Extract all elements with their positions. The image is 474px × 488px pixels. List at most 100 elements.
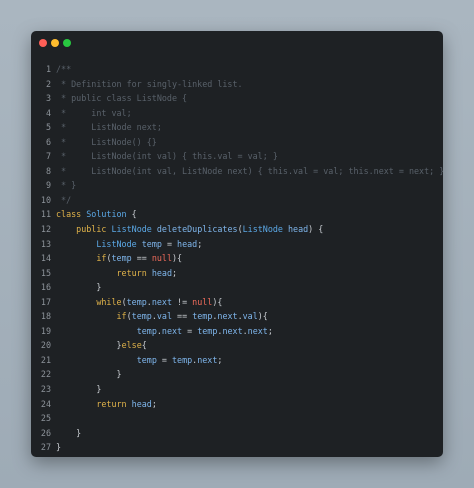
code-token: = [182,325,198,336]
line-source: class Solution { [51,207,137,222]
code-line: 25 [31,411,443,426]
line-source: /** [51,62,71,77]
code-line: 7 * ListNode(int val) { this.val = val; … [31,149,443,164]
line-number: 5 [45,122,51,133]
code-token: * Definition for singly-linked list. [56,78,243,89]
code-token: == [172,311,193,322]
line-number: 19 [40,325,51,336]
line-number: 22 [40,369,51,380]
code-token: while [96,296,122,307]
line-source: * int val; [51,106,132,121]
line-number: 8 [45,165,51,176]
code-token: null [151,253,172,264]
code-token: { [126,209,137,220]
code-token: temp [172,354,193,365]
code-token: */ [56,194,72,205]
code-token: * ListNode() {} [56,136,157,147]
line-source: * } [51,178,76,193]
code-token: ; [172,267,178,278]
code-token: ; [197,238,203,249]
code-line: 22 } [31,367,443,382]
code-line: 21 temp = temp.next; [31,353,443,368]
code-token: } [56,427,82,438]
code-token: ){ [212,296,223,307]
code-token: temp [136,325,157,336]
window-titlebar [31,31,443,55]
line-number: 9 [45,180,51,191]
code-token: ; [217,354,223,365]
code-token: head [131,398,152,409]
code-token: temp [131,311,152,322]
line-source: while(temp.next != null){ [51,295,222,310]
code-token: next [222,325,243,336]
code-token: next [247,325,268,336]
code-token: val [242,311,258,322]
code-token: * } [56,180,77,191]
code-token: * int val; [56,107,132,118]
code-token: * ListNode(int val, ListNode next) { thi… [56,165,443,176]
line-source: return head; [51,397,157,412]
line-number: 11 [40,209,51,220]
code-token: ListNode [242,224,283,235]
code-token: null [192,296,213,307]
code-token: next [217,311,238,322]
code-line: 13 ListNode temp = head; [31,237,443,252]
code-line: 19 temp.next = temp.next.next; [31,324,443,339]
line-number: 16 [40,282,51,293]
line-source: if(temp == null){ [51,251,182,266]
code-token: head [177,238,198,249]
line-number: 12 [40,224,51,235]
line-number: 3 [45,93,51,104]
code-token: { [141,340,147,351]
code-token: if [96,253,107,264]
code-line: 10 */ [31,193,443,208]
code-line: 20 }else{ [31,338,443,353]
code-token: * ListNode next; [56,122,162,133]
code-token: next [197,354,218,365]
line-source: * Definition for singly-linked list. [51,77,243,92]
code-token: ListNode [96,238,137,249]
code-token: ; [151,398,157,409]
code-token: temp [197,325,218,336]
line-number: 25 [40,413,51,424]
line-number: 1 [45,64,51,74]
code-token: next [161,325,183,336]
close-window-button[interactable] [39,39,47,47]
line-number: 2 [45,78,51,89]
line-source: * ListNode(int val, ListNode next) { thi… [51,164,443,179]
code-line: 16 } [31,280,443,295]
line-source: * ListNode() {} [51,135,157,150]
code-token: else [121,340,142,351]
minimize-window-button[interactable] [51,39,59,47]
code-token: return [96,398,127,409]
code-line: 14 if(temp == null){ [31,251,443,266]
code-token: temp [136,354,157,365]
line-source: public ListNode deleteDuplicates(ListNod… [51,222,323,237]
code-token: class [56,209,82,220]
code-line: 6 * ListNode() {} [31,135,443,150]
line-source: ListNode temp = head; [51,237,202,252]
code-token: ) { [308,224,324,235]
line-number: 7 [45,151,51,162]
code-line: 17 while(temp.next != null){ [31,295,443,310]
code-token: temp [126,296,147,307]
code-token: } [56,340,122,351]
code-token: = [156,354,172,365]
code-line: 8 * ListNode(int val, ListNode next) { t… [31,164,443,179]
line-source: temp.next = temp.next.next; [51,324,273,339]
code-token: = [161,238,178,249]
line-source [51,411,56,426]
code-token: } [56,384,102,395]
maximize-window-button[interactable] [63,39,71,47]
code-token: temp [141,238,162,249]
code-line: 4 * int val; [31,106,443,121]
code-line: 27} [31,440,443,455]
code-editor[interactable]: 1 /** 2 * Definition for singly-linked lis… [31,62,443,455]
code-line: 2 * Definition for singly-linked list. [31,77,443,92]
line-source: } [51,426,81,441]
line-number: 18 [40,311,51,322]
code-token: } [56,369,122,380]
line-number: 23 [40,384,51,395]
